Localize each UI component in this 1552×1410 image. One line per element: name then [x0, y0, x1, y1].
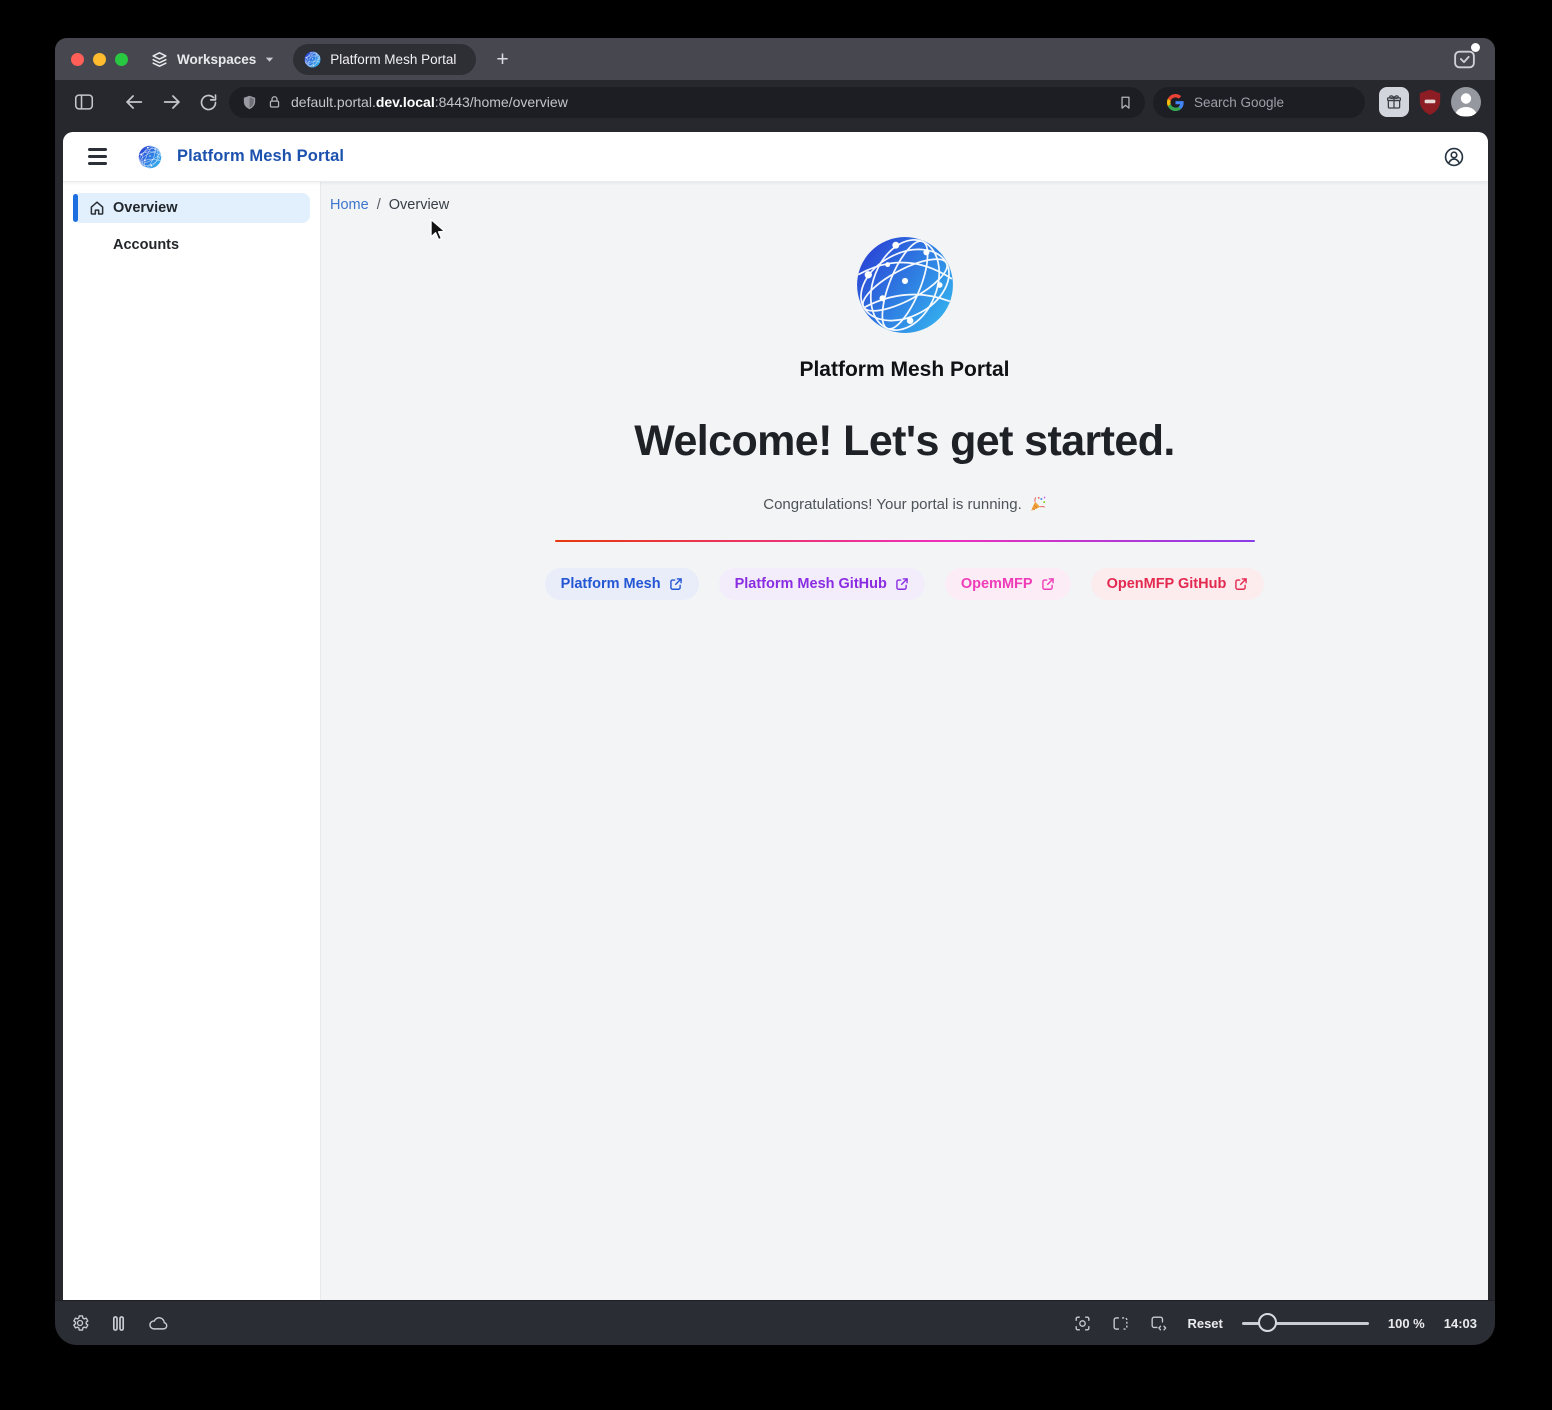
- forward-button[interactable]: [157, 87, 187, 117]
- sidebar-item-accounts[interactable]: Accounts: [73, 230, 310, 260]
- browser-tab[interactable]: Platform Mesh Portal: [293, 44, 476, 75]
- adblock-shield-icon[interactable]: [1417, 88, 1443, 116]
- welcome-heading: Welcome! Let's get started.: [634, 417, 1174, 466]
- sidebar-nav: Overview Accounts: [63, 182, 321, 1300]
- bookmark-icon[interactable]: [1118, 94, 1133, 111]
- cloud-icon[interactable]: [147, 1314, 169, 1332]
- account-person-icon: [1443, 146, 1465, 168]
- sidebar-item-label: Accounts: [113, 237, 179, 253]
- slider-knob[interactable]: [1258, 1313, 1277, 1332]
- back-button[interactable]: [119, 87, 149, 117]
- browser-toolbar: default.portal.dev.local:8443/home/overv…: [55, 80, 1495, 124]
- browser-tab-bar: Workspaces Platform Mesh Portal +: [55, 38, 1495, 80]
- external-link-icon: [1041, 577, 1055, 591]
- search-bar[interactable]: Search Google: [1153, 87, 1365, 118]
- gift-icon: [1385, 93, 1403, 111]
- screenshot-stage: Workspaces Platform Mesh Portal +: [0, 0, 1552, 1410]
- external-link-icon: [1234, 577, 1248, 591]
- lock-icon[interactable]: [267, 94, 282, 110]
- breadcrumb-home-link[interactable]: Home: [330, 197, 369, 213]
- browser-status-bar: Reset 100 % 14:03: [55, 1300, 1495, 1345]
- breadcrumb-current: Overview: [389, 197, 449, 213]
- browser-window: Workspaces Platform Mesh Portal +: [55, 38, 1495, 1345]
- web-page: Platform Mesh Portal: [63, 132, 1488, 1300]
- external-link-icon: [895, 577, 909, 591]
- google-logo-icon: [1167, 94, 1184, 111]
- welcome-hero: Platform Mesh Portal Welcome! Let's get …: [321, 234, 1488, 600]
- quick-links: Platform Mesh Platform Mesh GitHub OpemM…: [545, 568, 1265, 600]
- code-export-icon[interactable]: [1149, 1314, 1168, 1333]
- window-controls: [71, 53, 128, 66]
- new-tab-button[interactable]: +: [490, 48, 514, 71]
- url-text: default.portal.dev.local:8443/home/overv…: [291, 94, 568, 110]
- address-bar[interactable]: default.portal.dev.local:8443/home/overv…: [229, 87, 1145, 118]
- link-platform-mesh-github[interactable]: Platform Mesh GitHub: [719, 568, 925, 600]
- home-icon: [88, 199, 106, 217]
- chevron-down-icon: [264, 54, 275, 65]
- tracking-shield-icon[interactable]: [241, 94, 258, 111]
- profile-avatar-icon[interactable]: [1451, 87, 1481, 117]
- active-accent-bar: [73, 194, 78, 222]
- notification-dot: [1471, 43, 1480, 52]
- breadcrumb: Home / Overview: [330, 197, 1488, 213]
- sidebar-toggle-icon[interactable]: [69, 87, 99, 117]
- hero-globe-logo: [854, 234, 956, 336]
- breadcrumb-separator: /: [377, 197, 381, 213]
- zoom-slider[interactable]: [1242, 1313, 1369, 1333]
- external-link-icon: [669, 577, 683, 591]
- app-header: Platform Mesh Portal: [63, 132, 1488, 182]
- settings-gear-icon[interactable]: [70, 1313, 90, 1333]
- minimize-window-button[interactable]: [93, 53, 106, 66]
- gradient-divider: [555, 540, 1255, 542]
- party-popper-emoji: [1029, 496, 1046, 513]
- app-logo-globe-icon: [138, 145, 162, 169]
- zoom-window-button[interactable]: [115, 53, 128, 66]
- updates-check-button[interactable]: [1449, 46, 1479, 72]
- gift-extension-button[interactable]: [1379, 87, 1409, 117]
- screenshot-focus-icon[interactable]: [1073, 1314, 1092, 1333]
- app-title: Platform Mesh Portal: [177, 147, 344, 166]
- close-window-button[interactable]: [71, 53, 84, 66]
- link-openmfp-github[interactable]: OpenMFP GitHub: [1091, 568, 1265, 600]
- zoom-level: 100 %: [1388, 1316, 1425, 1331]
- workspaces-label: Workspaces: [177, 52, 256, 67]
- congrats-message: Congratulations! Your portal is running.: [763, 496, 1046, 513]
- link-platform-mesh[interactable]: Platform Mesh: [545, 568, 699, 600]
- search-placeholder: Search Google: [1194, 95, 1284, 110]
- sidebar-item-label: Overview: [113, 200, 178, 216]
- menu-hamburger-button[interactable]: [86, 146, 109, 166]
- workspaces-switcher[interactable]: Workspaces: [150, 50, 275, 69]
- pause-icon[interactable]: [111, 1315, 126, 1332]
- split-view-icon[interactable]: [1111, 1314, 1130, 1333]
- hero-brand-title: Platform Mesh Portal: [799, 358, 1009, 382]
- tab-favicon-globe-icon: [304, 51, 321, 68]
- account-button[interactable]: [1443, 146, 1465, 168]
- link-opemmfp[interactable]: OpemMFP: [945, 568, 1071, 600]
- reload-button[interactable]: [193, 87, 223, 117]
- clock-time: 14:03: [1444, 1316, 1477, 1331]
- workspaces-layers-icon: [150, 50, 169, 69]
- sidebar-item-overview[interactable]: Overview: [73, 193, 310, 223]
- tab-title: Platform Mesh Portal: [330, 52, 456, 67]
- reset-button[interactable]: Reset: [1187, 1316, 1222, 1331]
- main-content: Home / Overview Platform Mesh Portal Wel…: [321, 182, 1488, 1300]
